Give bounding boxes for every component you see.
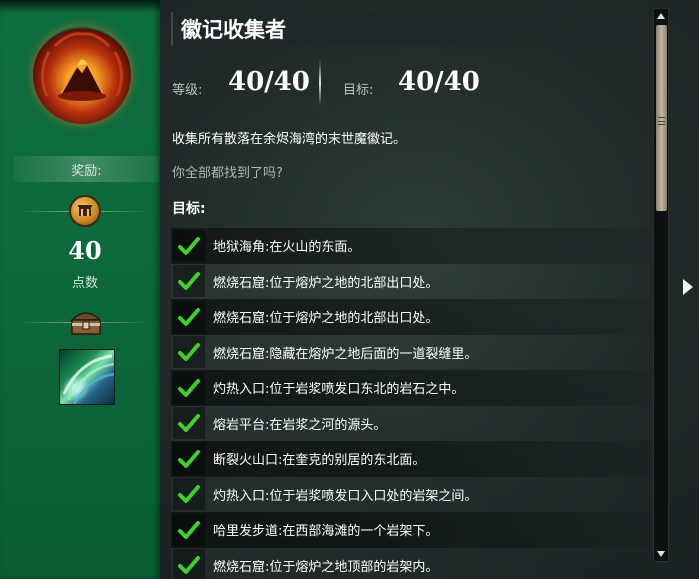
reward-label: 奖励: (71, 163, 102, 179)
objectives-list[interactable]: 地狱海角:在火山的东面。 燃烧石窟:位于熔炉之地的北部出口处。 燃烧石窟:位于熔… (171, 228, 651, 579)
objective-text: 灼热入口:位于岩浆喷发口东北的岩石之中。 (213, 382, 465, 398)
checkmark-icon (173, 371, 205, 404)
objective-text: 燃烧石窟:隐藏在熔炉之地后面的一道裂缝里。 (213, 346, 478, 362)
checkmark-icon (173, 478, 205, 511)
objective-text: 地狱海角:在火山的东面。 (213, 240, 361, 256)
objective-row: 燃烧石窟:隐藏在熔炉之地后面的一道裂缝里。 (171, 334, 651, 370)
checkmark-icon (173, 513, 205, 546)
objective-text: 灼热入口:位于岩浆喷发口入口处的岩架之间。 (213, 488, 478, 504)
level-value: 40/40 (228, 67, 310, 97)
reward-header: 奖励: (14, 156, 159, 182)
objective-row: 燃烧石窟:位于熔炉之地的北部出口处。 (171, 263, 651, 299)
checkmark-icon (173, 265, 205, 298)
objective-row: 熔岩平台:在岩浆之河的源头。 (171, 405, 651, 441)
expand-arrow-icon[interactable] (683, 279, 693, 295)
achievement-description: 收集所有散落在余烬海湾的末世魔徽记。 (172, 132, 407, 147)
objective-row: 地狱海角:在火山的东面。 (171, 228, 651, 264)
checkmark-icon (173, 549, 205, 579)
checkmark-icon (173, 300, 205, 333)
scroll-down-icon[interactable] (657, 551, 665, 557)
chest-icon[interactable] (68, 306, 104, 338)
objective-text: 哈里发步道:在西部海滩的一个岩架下。 (213, 524, 439, 540)
objective-row: 哈里发步道:在西部海滩的一个岩架下。 (171, 512, 651, 548)
objective-row: 灼热入口:位于岩浆喷发口入口处的岩架之间。 (171, 476, 651, 512)
achievement-point-icon (69, 195, 101, 227)
goal-value: 40/40 (398, 67, 480, 97)
objectives-heading: 目标: (172, 201, 206, 217)
achievement-title: 徽记收集者 (181, 18, 286, 42)
objective-text: 燃烧石窟:位于熔炉之地的北部出口处。 (213, 311, 439, 327)
checkmark-icon (173, 407, 205, 440)
achievement-flavor-text: 你全部都找到了吗? (172, 166, 283, 181)
objective-row: 燃烧石窟:位于熔炉之地顶部的岩架内。 (171, 547, 651, 579)
level-label: 等级: (172, 83, 203, 98)
objective-text: 断裂火山口:在奎克的别居的东北面。 (213, 453, 426, 469)
objective-row: 灼热入口:位于岩浆喷发口东北的岩石之中。 (171, 370, 651, 406)
checkmark-icon (173, 229, 205, 262)
objective-text: 熔岩平台:在岩浆之河的源头。 (213, 417, 387, 433)
checkmark-icon (173, 336, 205, 369)
scrollbar[interactable] (653, 8, 669, 562)
item-reward-icon[interactable] (59, 349, 115, 405)
achievement-emblem-icon (33, 26, 131, 124)
objective-row: 断裂火山口:在奎克的别居的东北面。 (171, 441, 651, 477)
goal-label: 目标: (343, 83, 374, 98)
checkmark-icon (173, 442, 205, 475)
objective-text: 燃烧石窟:位于熔炉之地的北部出口处。 (213, 275, 439, 291)
grip-icon (658, 117, 665, 125)
objective-text: 燃烧石窟:位于熔炉之地顶部的岩架内。 (213, 559, 439, 575)
scroll-up-icon[interactable] (657, 13, 665, 19)
reward-points-label: 点数 (71, 276, 98, 291)
objective-row: 燃烧石窟:位于熔炉之地的北部出口处。 (171, 299, 651, 335)
reward-points-value: 40 (68, 236, 102, 265)
scroll-thumb[interactable] (656, 25, 667, 211)
stat-divider (319, 60, 321, 106)
